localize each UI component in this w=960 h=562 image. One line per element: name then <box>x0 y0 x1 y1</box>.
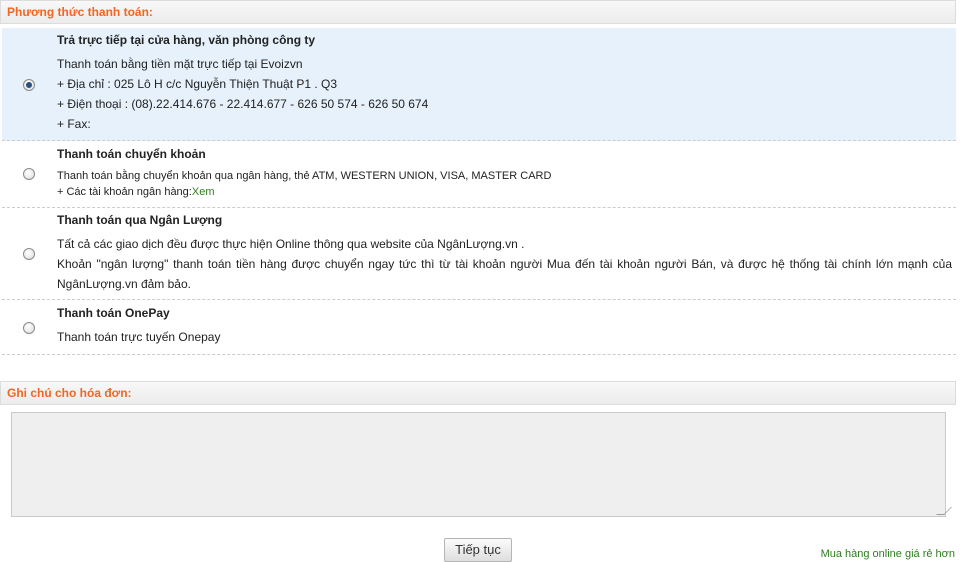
payment-option-title: Thanh toán OnePay <box>57 306 170 320</box>
footer-promo-link[interactable]: Mua hàng online giá rẻ hơn <box>821 548 955 560</box>
payment-option-onepay[interactable]: Thanh toán OnePay Thanh toán trực tuyến … <box>2 300 956 355</box>
bank-accounts-view-link[interactable]: Xem <box>192 186 215 198</box>
payment-option-line: Tất cả các giao dịch đều được thực hiện … <box>57 237 525 251</box>
payment-option-line: Khoản "ngân lượng" thanh toán tiền hàng … <box>57 257 952 291</box>
payment-radio-onepay[interactable] <box>23 322 35 334</box>
store-phone: + Điện thoại : (08).22.414.676 - 22.414.… <box>57 97 429 111</box>
payment-method-header: Phương thức thanh toán: <box>0 0 956 24</box>
payment-option-line: Thanh toán bằng chuyển khoản qua ngân hà… <box>57 170 552 182</box>
store-fax: + Fax: <box>57 117 91 131</box>
payment-option-bank-transfer[interactable]: Thanh toán chuyển khoản Thanh toán bằng … <box>2 141 956 208</box>
invoice-note-header: Ghi chú cho hóa đơn: <box>0 381 956 405</box>
payment-radio-nganluong[interactable] <box>23 248 35 260</box>
invoice-note-textarea[interactable] <box>11 412 946 517</box>
payment-option-line: Thanh toán trực tuyến Onepay <box>57 330 221 344</box>
bank-accounts-line: + Các tài khoản ngân hàng:Xem <box>57 184 952 200</box>
payment-option-title: Thanh toán chuyển khoản <box>57 147 206 161</box>
payment-option-line: Thanh toán bằng tiền mặt trực tiếp tại E… <box>57 57 303 71</box>
payment-radio-store[interactable] <box>23 79 35 91</box>
payment-option-nganluong[interactable]: Thanh toán qua Ngân Lượng Tất cả các gia… <box>2 208 956 300</box>
bank-accounts-label: + Các tài khoản ngân hàng: <box>57 186 192 198</box>
payment-option-title: Thanh toán qua Ngân Lượng <box>57 213 223 227</box>
continue-button[interactable]: Tiếp tục <box>444 538 512 562</box>
payment-radio-bank-transfer[interactable] <box>23 168 35 180</box>
payment-option-store[interactable]: Trả trực tiếp tại cửa hàng, văn phòng cô… <box>2 28 956 141</box>
payment-option-title: Trả trực tiếp tại cửa hàng, văn phòng cô… <box>57 33 316 47</box>
store-address: + Địa chỉ : 025 Lô H c/c Nguyễn Thiện Th… <box>57 77 338 91</box>
